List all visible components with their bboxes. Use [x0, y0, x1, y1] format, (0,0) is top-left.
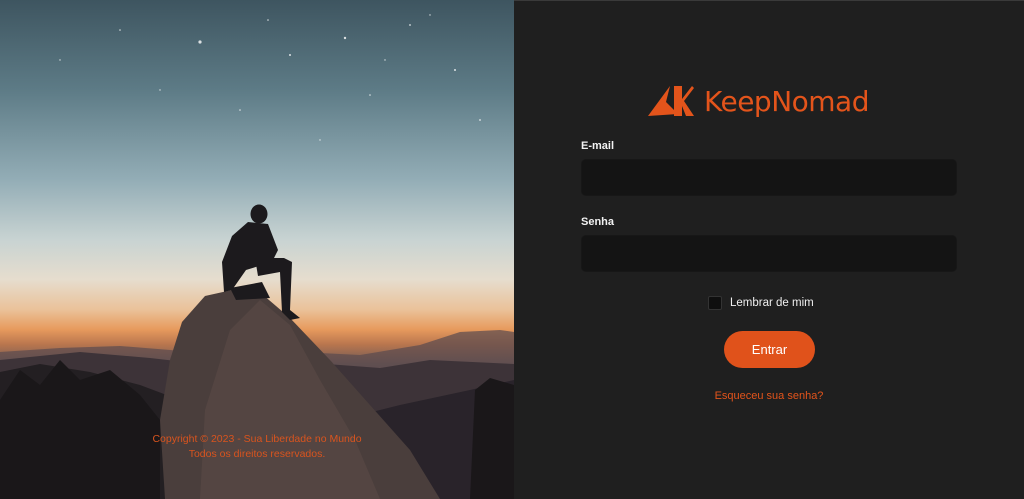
- copyright-text: Copyright © 2023 - Sua Liberdade no Mund…: [152, 433, 362, 445]
- checkbox-icon[interactable]: [708, 296, 722, 310]
- login-panel: KeepNomad E-mail Senha Lembrar de mim En…: [514, 0, 1024, 499]
- password-label: Senha: [581, 216, 615, 228]
- brand-logo: KeepNomad: [648, 84, 869, 118]
- hero-image: [0, 14, 514, 499]
- rights-text: Todos os direitos reservados.: [188, 448, 326, 460]
- email-field[interactable]: [581, 159, 957, 196]
- remember-me[interactable]: Lembrar de mim: [708, 296, 814, 310]
- keepnomad-logo-icon: [648, 86, 694, 116]
- email-label: E-mail: [581, 140, 615, 152]
- brand-name: KeepNomad: [704, 84, 869, 118]
- password-field[interactable]: [581, 235, 957, 272]
- forgot-password-link[interactable]: Esqueceu sua senha?: [514, 390, 1024, 402]
- hero-panel: Copyright © 2023 - Sua Liberdade no Mund…: [0, 0, 514, 499]
- login-button[interactable]: Entrar: [724, 331, 815, 368]
- remember-label: Lembrar de mim: [730, 297, 814, 309]
